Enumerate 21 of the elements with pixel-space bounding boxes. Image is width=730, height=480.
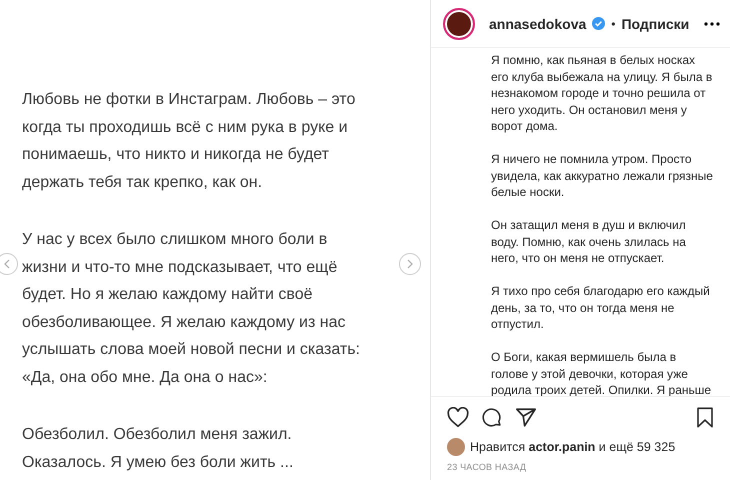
save-button[interactable] [694, 407, 716, 428]
post-text: Любовь не фотки в Инстаграм. Любовь – это когда ты проходишь всё с ним рука в руке и понимаешь, что никто и никогда не будет держать тебя так крепко, как он. [22, 90, 356, 192]
more-icon[interactable] [704, 22, 720, 26]
liker-avatar[interactable] [447, 438, 465, 456]
chevron-left-icon [3, 259, 11, 269]
share-button[interactable] [515, 407, 537, 428]
timestamp: 23 ЧАСОВ НАЗАД [446, 461, 528, 474]
post-text: Обезболил. Обезболил меня зажил. Оказалось. Я умею без боли жить ... [22, 425, 294, 472]
like-button[interactable] [447, 407, 469, 428]
caption-text: Он затащил меня в душ и включил воду. Помню, как очень злилась на него, что он меня не отпускает. [491, 217, 687, 266]
likes-text[interactable]: Нравится actor.panin и ещё 59 325 [470, 440, 676, 454]
caption-text: Я помню, как пьяная в белых носках его клуба выбежала на улицу. Я была в незнакомом городе и точно решила от него уходить. Он остановил меня у ворот дома. [491, 52, 714, 134]
separator: • [611, 16, 616, 30]
avatar[interactable] [443, 8, 475, 40]
caption-text: Я ничего не помнила утром. Просто увидела, как аккуратно лежали грязные белые носки. [491, 151, 714, 200]
follow-button[interactable]: Подписки [621, 16, 690, 32]
post-text: У нас у всех было слишком много боли в жизни и что-то мне подсказывает, что ещё будет. Но я желаю каждому найти своё обезболивающее. Я желаю каждому из нас услышать слова моей новой песни и сказать: «Да, она обо мне. Да она о нас»: [22, 230, 360, 388]
username-link[interactable]: annasedokova [489, 16, 586, 32]
comment-button[interactable] [481, 407, 503, 428]
caption-text: Я тихо про себя благодарю его каждый день, за то, что он тогда меня не отпустил. [491, 283, 711, 332]
chevron-right-icon [406, 259, 414, 269]
